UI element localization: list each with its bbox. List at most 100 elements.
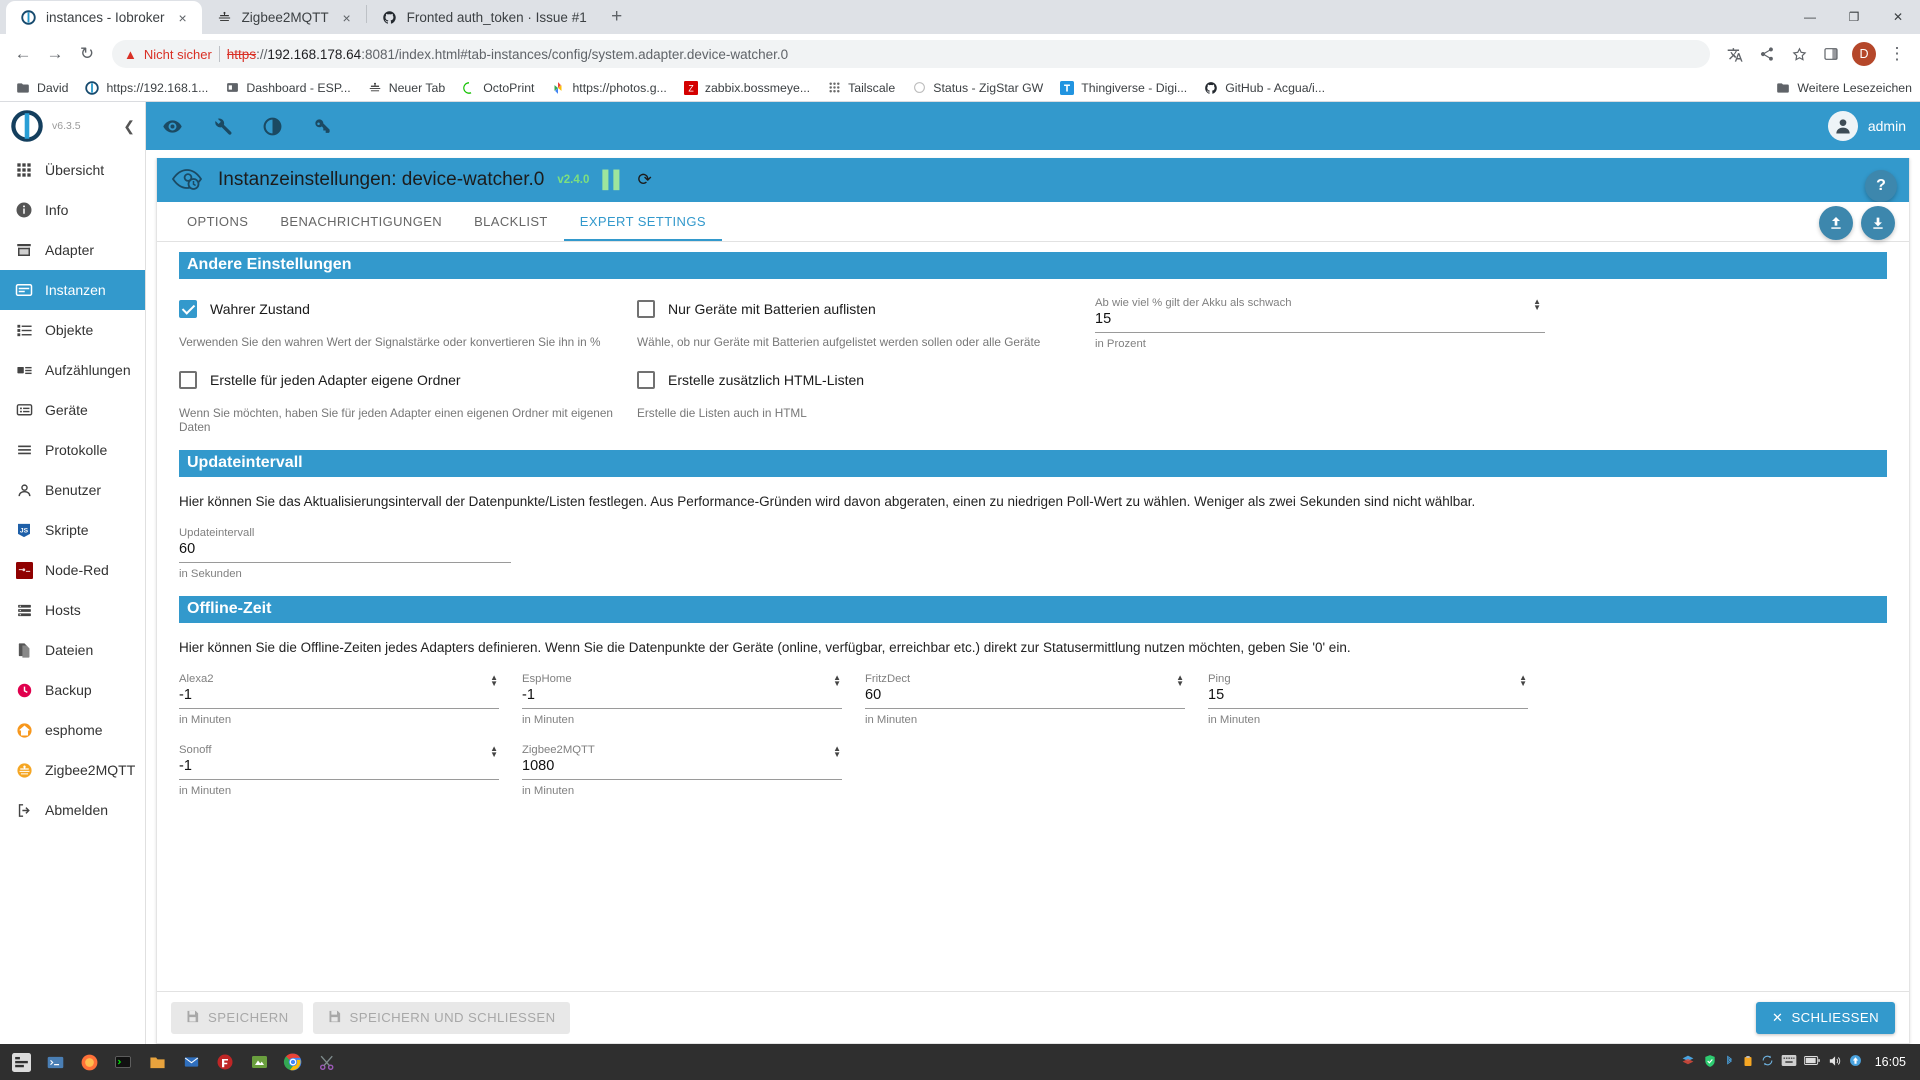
save-button[interactable]: SPEICHERN — [171, 1001, 303, 1034]
spinner-icon[interactable]: ▲ ▼ — [490, 745, 498, 759]
download-config-button[interactable] — [1861, 206, 1895, 240]
contrast-icon[interactable] — [260, 114, 284, 138]
translate-icon[interactable] — [1720, 39, 1750, 69]
sidebar-item-adapter[interactable]: Adapter — [0, 230, 145, 270]
sidebar-item-geraete[interactable]: Geräte — [0, 390, 145, 430]
console-icon[interactable] — [108, 1048, 138, 1076]
spinner-icon[interactable]: ▲ ▼ — [1519, 674, 1527, 688]
sidebar-item-objekte[interactable]: Objekte — [0, 310, 145, 350]
upload-config-button[interactable] — [1819, 206, 1853, 240]
browser-tab-0[interactable]: instances - Iobroker × — [6, 1, 202, 34]
gimp-icon[interactable] — [244, 1048, 274, 1076]
bookmark-item[interactable]: OctoPrint — [454, 77, 541, 99]
window-maximize-button[interactable]: ❐ — [1832, 0, 1876, 34]
browser-menu-icon[interactable]: ⋮ — [1882, 39, 1912, 69]
sidebar-item-node-red[interactable]: Node-Red — [0, 550, 145, 590]
forward-icon[interactable]: → — [40, 39, 70, 69]
sidebar-item-abmelden[interactable]: Abmelden — [0, 790, 145, 830]
field-value[interactable]: 60 — [865, 687, 1185, 710]
sidebar-item-hosts[interactable]: Hosts — [0, 590, 145, 630]
checkbox-icon[interactable] — [179, 300, 197, 318]
offline-field-ping[interactable]: Ping 15 ▲ ▼ in Minuten — [1208, 671, 1551, 726]
bookmarks-overflow[interactable]: Weitere Lesezeichen — [1775, 80, 1912, 96]
sidebar-item-aufzaehlungen[interactable]: Aufzählungen — [0, 350, 145, 390]
sidebar-item-uebersicht[interactable]: Übersicht — [0, 150, 145, 190]
bookmark-item[interactable]: Thingiverse - Digi... — [1052, 77, 1194, 99]
checkbox-icon[interactable] — [637, 300, 655, 318]
close-icon[interactable]: × — [338, 9, 356, 27]
battery-icon[interactable] — [1803, 1055, 1820, 1069]
bookmark-item[interactable]: Dashboard - ESP... — [217, 77, 357, 99]
key-icon[interactable] — [310, 114, 334, 138]
back-icon[interactable]: ← — [8, 39, 38, 69]
wrench-icon[interactable] — [210, 114, 234, 138]
sidebar-item-dateien[interactable]: Dateien — [0, 630, 145, 670]
bookmark-item[interactable]: GitHub - Acgua/i... — [1196, 77, 1332, 99]
close-icon[interactable]: × — [174, 9, 192, 27]
bookmark-item[interactable]: Status - ZigStar GW — [904, 77, 1050, 99]
spinner-icon[interactable]: ▲ ▼ — [1176, 674, 1184, 688]
browser-tab-2[interactable]: Fronted auth_token · Issue #1 — [367, 1, 597, 34]
network-icon[interactable] — [1680, 1054, 1696, 1070]
tab-benachrichtigungen[interactable]: BENACHRICHTIGUNGEN — [264, 202, 458, 241]
sidebar-item-instanzen[interactable]: Instanzen — [0, 270, 145, 310]
start-icon[interactable] — [6, 1048, 36, 1076]
files-icon[interactable] — [142, 1048, 172, 1076]
offline-field-fritzdect[interactable]: FritzDect 60 ▲ ▼ in Minuten — [865, 671, 1208, 726]
sidebar-item-benutzer[interactable]: Benutzer — [0, 470, 145, 510]
close-button[interactable]: ✕ SCHLIESSEN — [1755, 1001, 1895, 1034]
field-value[interactable]: 1080 — [522, 758, 842, 781]
window-close-button[interactable]: ✕ — [1876, 0, 1920, 34]
field-value[interactable]: 15 — [1095, 311, 1545, 333]
help-button[interactable]: ? — [1865, 170, 1897, 202]
bookmark-item[interactable]: https://192.168.1... — [77, 77, 215, 99]
bookmark-item[interactable]: https://photos.g... — [543, 77, 673, 99]
bookmark-item[interactable]: Neuer Tab — [360, 77, 453, 99]
browser-tab-1[interactable]: Zigbee2MQTT × — [202, 1, 366, 34]
save-and-close-button[interactable]: SPEICHERN UND SCHLIESSEN — [312, 1001, 570, 1034]
tab-blacklist[interactable]: BLACKLIST — [458, 202, 564, 241]
update-interval-field[interactable]: Updateintervall 60 in Sekunden — [179, 525, 511, 580]
app-bar-user[interactable]: admin — [1827, 111, 1906, 141]
checkbox-html-listen[interactable]: Erstelle zusätzlich HTML-Listen — [637, 366, 1095, 394]
volume-icon[interactable] — [1827, 1054, 1842, 1071]
sidebar-item-zigbee2mqtt[interactable]: Zigbee2MQTT — [0, 750, 145, 790]
side-panel-icon[interactable] — [1816, 39, 1846, 69]
offline-field-zigbee2mqtt[interactable]: Zigbee2MQTT 1080 ▲ ▼ in Minuten — [522, 742, 865, 797]
spinner-icon[interactable]: ▲ ▼ — [833, 745, 841, 759]
field-value[interactable]: -1 — [179, 758, 499, 781]
firefox-icon[interactable] — [74, 1048, 104, 1076]
updates-icon[interactable] — [1849, 1054, 1862, 1070]
sidebar-item-backup[interactable]: Backup — [0, 670, 145, 710]
keyboard-icon[interactable] — [1781, 1055, 1797, 1069]
offline-field-alexa2[interactable]: Alexa2 -1 ▲ ▼ in Minuten — [179, 671, 522, 726]
reload-icon[interactable]: ↻ — [72, 39, 102, 69]
mail-icon[interactable] — [176, 1048, 206, 1076]
chrome-icon[interactable] — [278, 1048, 308, 1076]
clipboard-icon[interactable] — [1742, 1054, 1754, 1071]
checkbox-nur-geraete-mit-batterien[interactable]: Nur Geräte mit Batterien auflisten — [637, 295, 1095, 323]
window-minimize-button[interactable]: — — [1788, 0, 1832, 34]
tab-expert-settings[interactable]: EXPERT SETTINGS — [563, 202, 723, 241]
bluetooth-icon[interactable] — [1724, 1054, 1735, 1071]
sidebar-item-protokolle[interactable]: Protokolle — [0, 430, 145, 470]
field-value[interactable]: 60 — [179, 541, 511, 564]
spinner-icon[interactable]: ▲ ▼ — [833, 674, 841, 688]
tab-options[interactable]: OPTIONS — [171, 202, 264, 241]
address-bar[interactable]: ▲ Nicht sicher https://192.168.178.64:80… — [112, 40, 1710, 68]
terminal-icon[interactable] — [40, 1048, 70, 1076]
checkbox-icon[interactable] — [179, 371, 197, 389]
checkbox-eigene-ordner[interactable]: Erstelle für jeden Adapter eigene Ordner — [179, 366, 637, 394]
offline-field-esphome[interactable]: EspHome -1 ▲ ▼ in Minuten — [522, 671, 865, 726]
bookmark-item[interactable]: Z zabbix.bossmeye... — [676, 77, 817, 99]
bookmark-item[interactable]: David — [8, 77, 75, 99]
sync-icon[interactable] — [1761, 1054, 1774, 1070]
spinner-icon[interactable]: ▲ ▼ — [1533, 298, 1541, 312]
eye-icon[interactable] — [160, 114, 184, 138]
chevron-left-icon[interactable]: ❮ — [123, 118, 135, 135]
new-tab-button[interactable]: + — [603, 3, 631, 31]
checkbox-wahrer-zustand[interactable]: Wahrer Zustand — [179, 295, 637, 323]
checkbox-icon[interactable] — [637, 371, 655, 389]
sidebar-item-info[interactable]: Info — [0, 190, 145, 230]
spinner-icon[interactable]: ▲ ▼ — [490, 674, 498, 688]
